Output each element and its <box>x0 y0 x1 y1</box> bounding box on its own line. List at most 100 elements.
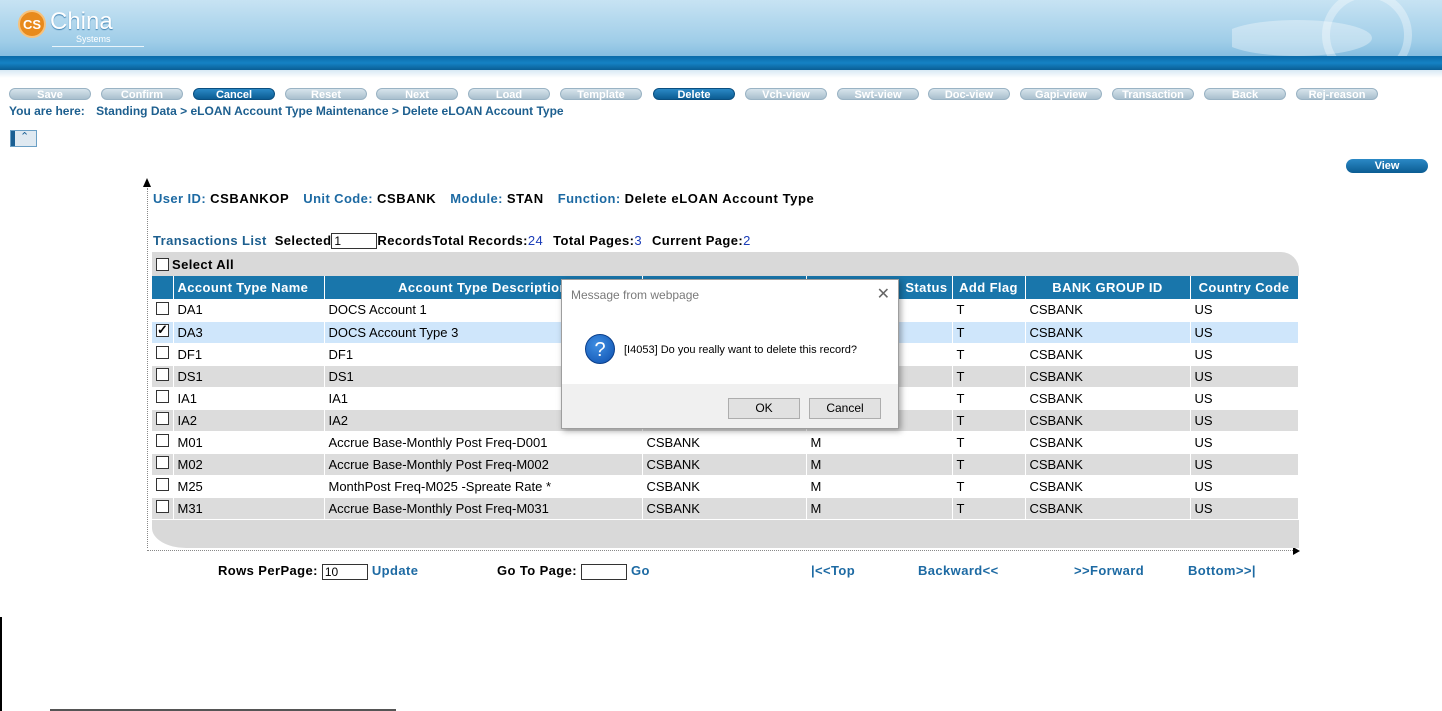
row-checkbox-cell <box>152 497 174 520</box>
select-all-checkbox[interactable] <box>156 258 169 271</box>
cell-account-type-description: Accrue Base-Monthly Post Freq-M002 <box>324 453 643 476</box>
select-all[interactable]: Select All <box>156 257 234 272</box>
collapse-button[interactable]: ⌃ <box>10 130 37 147</box>
table-row[interactable]: M01 Accrue Base-Monthly Post Freq-D001 CSB… <box>152 431 1299 454</box>
cell-country-code: US <box>1190 343 1299 366</box>
logo-subtitle: Systems <box>76 34 111 44</box>
cell-account-type-name: DA3 <box>173 321 325 344</box>
cell-country-code: US <box>1190 387 1299 410</box>
cell-add-flag: T <box>952 343 1026 366</box>
toolbar-button-swt-view[interactable]: Swt-view <box>837 88 919 101</box>
row-checkbox[interactable] <box>156 412 169 425</box>
view-button[interactable]: View <box>1346 159 1428 173</box>
header-banner: CS China Systems <box>0 0 1442 60</box>
cell-add-flag: T <box>952 365 1026 388</box>
collapse-bar <box>11 131 15 146</box>
toolbar-button-rej-reason[interactable]: Rej-reason <box>1296 88 1378 101</box>
row-checkbox[interactable] <box>156 500 169 513</box>
close-icon[interactable]: ✕ <box>877 284 890 304</box>
row-checkbox-cell <box>152 299 174 322</box>
cancel-button[interactable]: Cancel <box>809 398 881 419</box>
row-checkbox[interactable] <box>156 456 169 469</box>
cell-column-3: CSBANK <box>642 431 807 454</box>
rows-per-page-input[interactable] <box>321 563 368 580</box>
cell-country-code: US <box>1190 497 1299 520</box>
cell-bank-group-id: CSBANK <box>1025 431 1191 454</box>
toolbar-button-cancel[interactable]: Cancel <box>193 88 275 101</box>
dialog-title: Message from webpage <box>571 288 700 302</box>
toolbar-button-transaction[interactable]: Transaction <box>1112 88 1194 101</box>
row-checkbox[interactable] <box>156 346 169 359</box>
current-page-label: Current Page: <box>651 233 744 248</box>
row-checkbox[interactable] <box>156 390 169 403</box>
function-value: Delete eLOAN Account Type <box>624 191 815 206</box>
header-add-flag[interactable]: Add Flag <box>952 276 1026 299</box>
unit-code-label: Unit Code: <box>303 191 374 206</box>
cell-country-code: US <box>1190 409 1299 432</box>
toolbar-button-load[interactable]: Load <box>468 88 550 101</box>
toolbar-button-vch-view[interactable]: Vch-view <box>745 88 827 101</box>
cell-bank-group-id: CSBANK <box>1025 409 1191 432</box>
backward-link[interactable]: Backward<< <box>918 563 999 578</box>
cell-account-type-name: IA1 <box>173 387 325 410</box>
breadcrumb-label: You are here: <box>9 104 85 118</box>
bottom-link[interactable]: Bottom>>| <box>1188 563 1256 578</box>
header-account-type-name[interactable]: Account Type Name <box>173 276 325 299</box>
toolbar-button-next[interactable]: Next <box>376 88 458 101</box>
cell-add-flag: T <box>952 453 1026 476</box>
table-row[interactable]: M02 Accrue Base-Monthly Post Freq-M002 CSB… <box>152 453 1299 476</box>
go-to-page-input[interactable] <box>581 563 628 580</box>
current-page-value: 2 <box>743 233 751 248</box>
header-checkbox-col <box>152 276 174 299</box>
table-row[interactable]: M31 Accrue Base-Monthly Post Freq-M031 CSB… <box>152 497 1299 520</box>
cell-add-flag: T <box>952 299 1026 322</box>
cell-country-code: US <box>1190 431 1299 454</box>
question-icon: ? <box>585 334 615 364</box>
logo-mark: CS <box>18 10 46 38</box>
toolbar-button-doc-view[interactable]: Doc-view <box>928 88 1010 101</box>
row-checkbox[interactable] <box>156 301 169 315</box>
cell-bank-group-id: CSBANK <box>1025 475 1191 498</box>
scroll-up-arrow-icon[interactable] <box>143 178 151 187</box>
selected-label: Selected <box>274 233 332 248</box>
header-fade <box>0 70 1442 78</box>
update-link[interactable]: Update <box>372 563 418 578</box>
top-link[interactable]: |<<Top <box>811 563 855 578</box>
toolbar-button-gapi-view[interactable]: Gapi-view <box>1020 88 1102 101</box>
breadcrumb-path[interactable]: Standing Data > eLOAN Account Type Maint… <box>96 104 563 118</box>
selected-count-input[interactable] <box>331 233 378 249</box>
ok-button[interactable]: OK <box>728 398 800 419</box>
module-value: STAN <box>506 191 544 206</box>
cell-add-flag: T <box>952 475 1026 498</box>
forward-link[interactable]: >>Forward <box>1074 563 1144 578</box>
toolbar-button-delete[interactable]: Delete <box>653 88 735 101</box>
table-row[interactable]: M25 MonthPost Freq-M025 -Spreate Rate * CS… <box>152 475 1299 498</box>
row-checkbox[interactable] <box>156 322 169 338</box>
header-bank-group-id[interactable]: BANK GROUP ID <box>1025 276 1191 299</box>
vertical-guide <box>147 188 148 548</box>
rows-per-page-label: Rows PerPage: <box>218 563 318 578</box>
toolbar-button-template[interactable]: Template <box>560 88 642 101</box>
watermark-coin <box>1322 0 1412 60</box>
header-country-code[interactable]: Country Code <box>1190 276 1299 299</box>
toolbar-button-confirm[interactable]: Confirm <box>101 88 183 101</box>
cell-country-code: US <box>1190 453 1299 476</box>
toolbar-button-reset[interactable]: Reset <box>285 88 367 101</box>
go-link[interactable]: Go <box>631 563 650 578</box>
cell-account-type-description: MonthPost Freq-M025 -Spreate Rate * <box>324 475 643 498</box>
scroll-right-arrow-icon[interactable] <box>1293 547 1300 555</box>
toolbar-button-back[interactable]: Back <box>1204 88 1286 101</box>
logo-underline <box>52 46 144 47</box>
cell-country-code: US <box>1190 299 1299 322</box>
toolbar-button-save[interactable]: Save <box>9 88 91 101</box>
row-checkbox-cell <box>152 365 174 388</box>
cell-bank-group-id: CSBANK <box>1025 343 1191 366</box>
dialog-footer: OK Cancel <box>562 384 898 428</box>
row-checkbox[interactable] <box>156 478 169 491</box>
row-checkbox[interactable] <box>156 434 169 447</box>
total-pages-value: 3 <box>634 233 642 248</box>
total-pages-label: Total Pages: <box>553 233 635 248</box>
row-checkbox[interactable] <box>156 368 169 381</box>
cell-bank-group-id: CSBANK <box>1025 453 1191 476</box>
row-checkbox-cell <box>152 343 174 366</box>
